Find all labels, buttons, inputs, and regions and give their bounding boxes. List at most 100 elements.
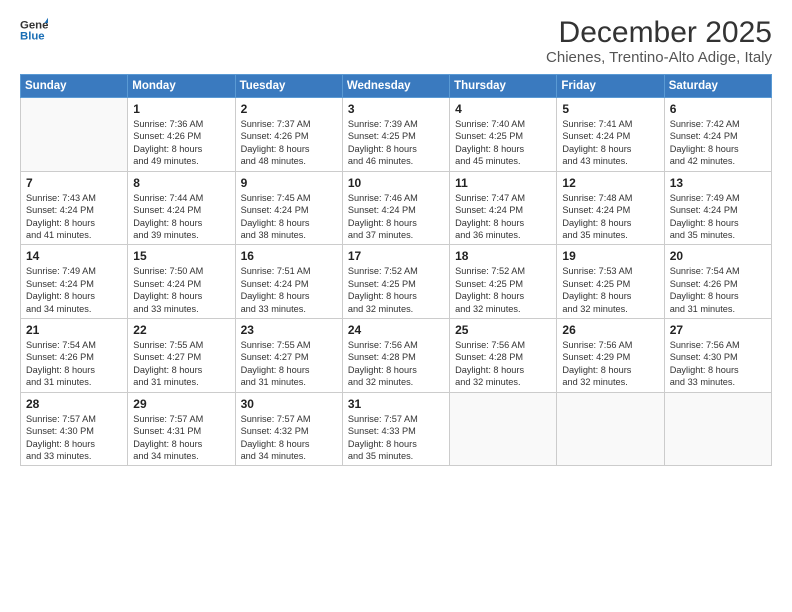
calendar-day-cell (664, 392, 771, 466)
day-info: Sunrise: 7:40 AM Sunset: 4:25 PM Dayligh… (455, 118, 551, 168)
day-info: Sunrise: 7:42 AM Sunset: 4:24 PM Dayligh… (670, 118, 766, 168)
calendar-day-cell (557, 392, 664, 466)
day-info: Sunrise: 7:54 AM Sunset: 4:26 PM Dayligh… (26, 339, 122, 389)
day-number: 16 (241, 249, 337, 263)
day-info: Sunrise: 7:49 AM Sunset: 4:24 PM Dayligh… (670, 192, 766, 242)
calendar-day-cell: 3 Sunrise: 7:39 AM Sunset: 4:25 PM Daylig… (342, 98, 449, 172)
header-saturday: Saturday (664, 75, 771, 98)
location-subtitle: Chienes, Trentino-Alto Adige, Italy (546, 49, 772, 66)
svg-text:Blue: Blue (20, 31, 45, 43)
day-info: Sunrise: 7:57 AM Sunset: 4:32 PM Dayligh… (241, 413, 337, 463)
day-info: Sunrise: 7:56 AM Sunset: 4:28 PM Dayligh… (348, 339, 444, 389)
day-number: 9 (241, 176, 337, 190)
day-info: Sunrise: 7:55 AM Sunset: 4:27 PM Dayligh… (133, 339, 229, 389)
weekday-header-row: Sunday Monday Tuesday Wednesday Thursday… (21, 75, 772, 98)
calendar-day-cell (21, 98, 128, 172)
day-info: Sunrise: 7:49 AM Sunset: 4:24 PM Dayligh… (26, 265, 122, 315)
day-number: 27 (670, 323, 766, 337)
header-monday: Monday (128, 75, 235, 98)
day-info: Sunrise: 7:48 AM Sunset: 4:24 PM Dayligh… (562, 192, 658, 242)
calendar-day-cell (450, 392, 557, 466)
day-number: 23 (241, 323, 337, 337)
day-info: Sunrise: 7:55 AM Sunset: 4:27 PM Dayligh… (241, 339, 337, 389)
day-info: Sunrise: 7:37 AM Sunset: 4:26 PM Dayligh… (241, 118, 337, 168)
day-number: 18 (455, 249, 551, 263)
header-thursday: Thursday (450, 75, 557, 98)
day-number: 13 (670, 176, 766, 190)
calendar-day-cell: 21Sunrise: 7:54 AM Sunset: 4:26 PM Dayli… (21, 319, 128, 393)
calendar-day-cell: 28 Sunrise: 7:57 AM Sunset: 4:30 PM Dayli… (21, 392, 128, 466)
day-info: Sunrise: 7:54 AM Sunset: 4:26 PM Dayligh… (670, 265, 766, 315)
calendar-day-cell: 19 Sunrise: 7:53 AM Sunset: 4:25 PM Dayli… (557, 245, 664, 319)
week-row-1: 1Sunrise: 7:36 AM Sunset: 4:26 PM Daylig… (21, 98, 772, 172)
calendar-day-cell: 25Sunrise: 7:56 AM Sunset: 4:28 PM Dayli… (450, 319, 557, 393)
calendar-day-cell: 4Sunrise: 7:40 AM Sunset: 4:25 PM Daylig… (450, 98, 557, 172)
day-number: 5 (562, 102, 658, 116)
day-info: Sunrise: 7:46 AM Sunset: 4:24 PM Dayligh… (348, 192, 444, 242)
calendar-day-cell: 26Sunrise: 7:56 AM Sunset: 4:29 PM Dayli… (557, 319, 664, 393)
calendar-day-cell: 13 Sunrise: 7:49 AM Sunset: 4:24 PM Dayli… (664, 171, 771, 245)
day-number: 6 (670, 102, 766, 116)
calendar-day-cell: 1Sunrise: 7:36 AM Sunset: 4:26 PM Daylig… (128, 98, 235, 172)
calendar-day-cell: 18 Sunrise: 7:52 AM Sunset: 4:25 PM Dayli… (450, 245, 557, 319)
day-info: Sunrise: 7:50 AM Sunset: 4:24 PM Dayligh… (133, 265, 229, 315)
day-info: Sunrise: 7:43 AM Sunset: 4:24 PM Dayligh… (26, 192, 122, 242)
day-info: Sunrise: 7:45 AM Sunset: 4:24 PM Dayligh… (241, 192, 337, 242)
day-number: 14 (26, 249, 122, 263)
calendar-day-cell: 14 Sunrise: 7:49 AM Sunset: 4:24 PM Dayli… (21, 245, 128, 319)
day-info: Sunrise: 7:57 AM Sunset: 4:30 PM Dayligh… (26, 413, 122, 463)
day-info: Sunrise: 7:52 AM Sunset: 4:25 PM Dayligh… (455, 265, 551, 315)
day-number: 11 (455, 176, 551, 190)
calendar-day-cell: 16Sunrise: 7:51 AM Sunset: 4:24 PM Dayli… (235, 245, 342, 319)
day-info: Sunrise: 7:39 AM Sunset: 4:25 PM Dayligh… (348, 118, 444, 168)
header-sunday: Sunday (21, 75, 128, 98)
calendar-day-cell: 2Sunrise: 7:37 AM Sunset: 4:26 PM Daylig… (235, 98, 342, 172)
day-number: 10 (348, 176, 444, 190)
week-row-4: 21Sunrise: 7:54 AM Sunset: 4:26 PM Dayli… (21, 319, 772, 393)
header-tuesday: Tuesday (235, 75, 342, 98)
day-info: Sunrise: 7:56 AM Sunset: 4:30 PM Dayligh… (670, 339, 766, 389)
calendar-day-cell: 24Sunrise: 7:56 AM Sunset: 4:28 PM Dayli… (342, 319, 449, 393)
day-number: 22 (133, 323, 229, 337)
week-row-3: 14 Sunrise: 7:49 AM Sunset: 4:24 PM Dayli… (21, 245, 772, 319)
month-year-title: December 2025 (546, 16, 772, 49)
day-info: Sunrise: 7:36 AM Sunset: 4:26 PM Dayligh… (133, 118, 229, 168)
day-number: 12 (562, 176, 658, 190)
day-info: Sunrise: 7:41 AM Sunset: 4:24 PM Dayligh… (562, 118, 658, 168)
day-number: 8 (133, 176, 229, 190)
day-info: Sunrise: 7:56 AM Sunset: 4:29 PM Dayligh… (562, 339, 658, 389)
day-info: Sunrise: 7:53 AM Sunset: 4:25 PM Dayligh… (562, 265, 658, 315)
calendar-day-cell: 31Sunrise: 7:57 AM Sunset: 4:33 PM Dayli… (342, 392, 449, 466)
day-number: 17 (348, 249, 444, 263)
calendar-day-cell: 7 Sunrise: 7:43 AM Sunset: 4:24 PM Daylig… (21, 171, 128, 245)
day-number: 3 (348, 102, 444, 116)
day-number: 30 (241, 397, 337, 411)
day-number: 29 (133, 397, 229, 411)
calendar-day-cell: 10 Sunrise: 7:46 AM Sunset: 4:24 PM Dayli… (342, 171, 449, 245)
calendar-day-cell: 22 Sunrise: 7:55 AM Sunset: 4:27 PM Dayli… (128, 319, 235, 393)
calendar-day-cell: 20 Sunrise: 7:54 AM Sunset: 4:26 PM Dayli… (664, 245, 771, 319)
day-number: 20 (670, 249, 766, 263)
calendar-day-cell: 15Sunrise: 7:50 AM Sunset: 4:24 PM Dayli… (128, 245, 235, 319)
day-info: Sunrise: 7:44 AM Sunset: 4:24 PM Dayligh… (133, 192, 229, 242)
calendar-day-cell: 11Sunrise: 7:47 AM Sunset: 4:24 PM Dayli… (450, 171, 557, 245)
calendar-day-cell: 8 Sunrise: 7:44 AM Sunset: 4:24 PM Daylig… (128, 171, 235, 245)
calendar-day-cell: 23 Sunrise: 7:55 AM Sunset: 4:27 PM Dayli… (235, 319, 342, 393)
day-info: Sunrise: 7:57 AM Sunset: 4:31 PM Dayligh… (133, 413, 229, 463)
logo: General Blue (20, 16, 50, 44)
week-row-2: 7 Sunrise: 7:43 AM Sunset: 4:24 PM Daylig… (21, 171, 772, 245)
day-number: 7 (26, 176, 122, 190)
day-number: 31 (348, 397, 444, 411)
svg-text:General: General (20, 19, 48, 31)
calendar-day-cell: 12 Sunrise: 7:48 AM Sunset: 4:24 PM Dayli… (557, 171, 664, 245)
header-wednesday: Wednesday (342, 75, 449, 98)
day-number: 25 (455, 323, 551, 337)
calendar-day-cell: 27 Sunrise: 7:56 AM Sunset: 4:30 PM Dayli… (664, 319, 771, 393)
logo-icon: General Blue (20, 16, 48, 44)
day-number: 28 (26, 397, 122, 411)
day-number: 19 (562, 249, 658, 263)
calendar-table: Sunday Monday Tuesday Wednesday Thursday… (20, 74, 772, 466)
week-row-5: 28 Sunrise: 7:57 AM Sunset: 4:30 PM Dayli… (21, 392, 772, 466)
header-friday: Friday (557, 75, 664, 98)
calendar-day-cell: 9 Sunrise: 7:45 AM Sunset: 4:24 PM Daylig… (235, 171, 342, 245)
